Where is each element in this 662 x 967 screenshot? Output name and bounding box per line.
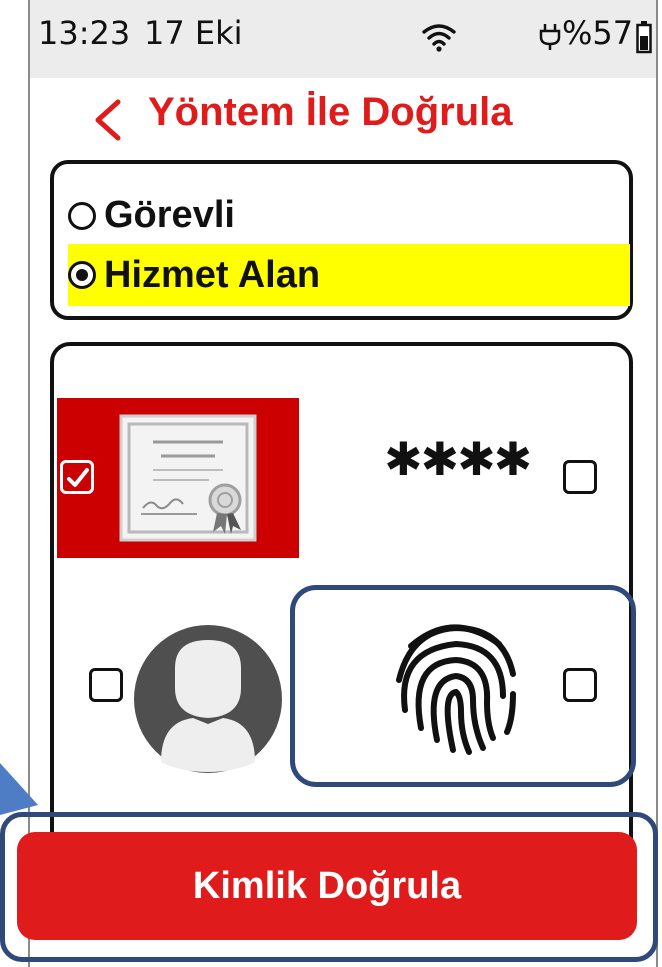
pin-checkbox[interactable] bbox=[563, 460, 597, 494]
role-selector: Görevli Hizmet Alan bbox=[50, 160, 633, 320]
certificate-icon bbox=[119, 414, 257, 542]
role-option-gorevli[interactable]: Görevli bbox=[68, 194, 235, 237]
pin-method-label: ✱✱✱✱ bbox=[384, 432, 532, 486]
checkmark-icon bbox=[67, 468, 89, 487]
plug-icon bbox=[539, 24, 561, 50]
role-label-hizmet-alan: Hizmet Alan bbox=[104, 253, 321, 296]
status-battery-level: %57 bbox=[562, 14, 634, 52]
wifi-icon bbox=[422, 24, 456, 52]
verify-identity-button[interactable]: Kimlik Doğrula bbox=[17, 832, 637, 940]
page-title: Yöntem İle Doğrula bbox=[148, 90, 513, 134]
role-label-gorevli: Görevli bbox=[104, 194, 235, 236]
status-time: 13:23 bbox=[38, 14, 131, 52]
chevron-left-icon[interactable] bbox=[88, 98, 128, 142]
radio-button-gorevli[interactable] bbox=[68, 201, 96, 230]
pointer-arrow-icon bbox=[0, 763, 38, 815]
role-option-hizmet-alan[interactable]: Hizmet Alan bbox=[68, 244, 630, 306]
fingerprint-checkbox[interactable] bbox=[563, 668, 597, 702]
status-date: 17 Eki bbox=[144, 14, 243, 52]
face-checkbox[interactable] bbox=[89, 668, 123, 702]
face-avatar-icon[interactable] bbox=[121, 612, 295, 786]
battery-icon bbox=[636, 21, 652, 54]
certificate-checkbox[interactable] bbox=[60, 460, 94, 494]
fingerprint-icon bbox=[396, 624, 516, 755]
status-bar: 13:23 17 Eki %57 bbox=[30, 0, 656, 78]
radio-button-hizmet-alan[interactable] bbox=[68, 261, 96, 289]
